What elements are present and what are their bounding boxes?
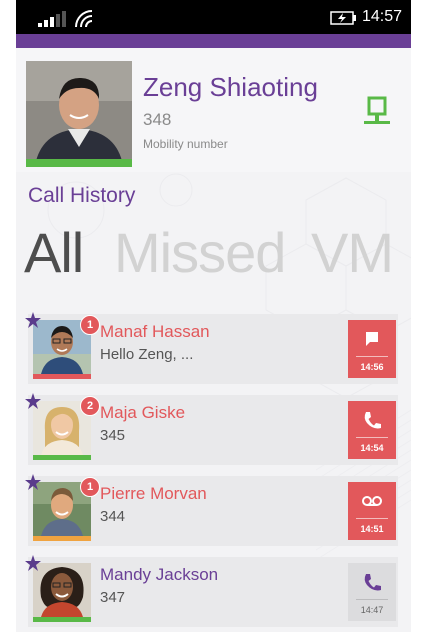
tab-missed[interactable]: Missed [114, 220, 286, 285]
caller-detail: Hello Zeng, ... [100, 346, 194, 363]
favorite-star-icon [25, 474, 41, 490]
caller-detail: 345 [100, 427, 126, 444]
phone-tile[interactable]: 14:54 [348, 401, 396, 459]
caller-name: Pierre Morvan [100, 484, 207, 503]
voicemail-icon [362, 496, 382, 506]
tile-divider [356, 518, 388, 519]
voicemail-tile[interactable]: 14:51 [348, 482, 396, 540]
call-time: 14:47 [360, 605, 384, 615]
presence-indicator [26, 159, 132, 167]
accent-bar [16, 34, 411, 48]
status-clock: 14:57 [362, 8, 403, 25]
call-history-item[interactable]: 1 Manaf Hassan Hello Zeng, ... 14:56 [25, 312, 398, 384]
presence-indicator [33, 536, 91, 541]
call-history-item[interactable]: Mandy Jackson 347 14:47 [25, 555, 398, 627]
caller-detail: 347 [100, 589, 126, 606]
call-time: 14:51 [360, 524, 384, 534]
contact-name: Zeng Shiaoting [143, 72, 318, 102]
message-icon [366, 332, 378, 346]
message-tile[interactable]: 14:56 [348, 320, 396, 378]
tab-vm[interactable]: VM [311, 220, 394, 285]
contact-extension: 348 [143, 110, 172, 129]
favorite-star-icon [25, 555, 41, 571]
phone-tile[interactable]: 14:47 [348, 563, 396, 621]
tile-divider [356, 437, 388, 438]
favorite-star-icon [25, 312, 41, 328]
contact-header: Zeng Shiaoting 348 Mobility number [16, 48, 411, 172]
avatar [33, 563, 91, 617]
presence-indicator [33, 617, 91, 622]
caller-name: Mandy Jackson [100, 565, 219, 584]
call-time: 14:54 [360, 443, 384, 453]
network-icon[interactable] [362, 96, 392, 130]
caller-name: Maja Giske [100, 403, 186, 422]
tile-divider [356, 356, 388, 357]
contact-number-type: Mobility number [143, 137, 228, 151]
call-history-item[interactable]: 1 Pierre Morvan 344 14:51 [25, 474, 398, 546]
phone-icon [364, 574, 381, 591]
call-time: 14:56 [360, 362, 384, 372]
signal-strength-icon [38, 11, 66, 27]
presence-indicator [33, 455, 91, 460]
missed-count-badge: 1 [80, 315, 100, 335]
favorite-star-icon [25, 393, 41, 409]
contact-photo[interactable] [26, 61, 132, 161]
missed-count-badge: 2 [80, 396, 100, 416]
missed-count-badge: 1 [80, 477, 100, 497]
wifi-icon [75, 10, 93, 27]
presence-indicator [33, 374, 91, 379]
phone-icon [364, 412, 381, 429]
call-history-title: Call History [28, 184, 136, 207]
tab-all[interactable]: All [24, 220, 84, 285]
status-bar: 14:57 [16, 0, 411, 34]
battery-charging-icon [330, 11, 356, 25]
caller-name: Manaf Hassan [100, 322, 210, 341]
caller-detail: 344 [100, 508, 126, 525]
call-history-item[interactable]: 2 Maja Giske 345 14:54 [25, 393, 398, 465]
tile-divider [356, 599, 388, 600]
phone-screen: 14:57 Zeng Shiaoting 348 Mobility number… [16, 0, 411, 632]
